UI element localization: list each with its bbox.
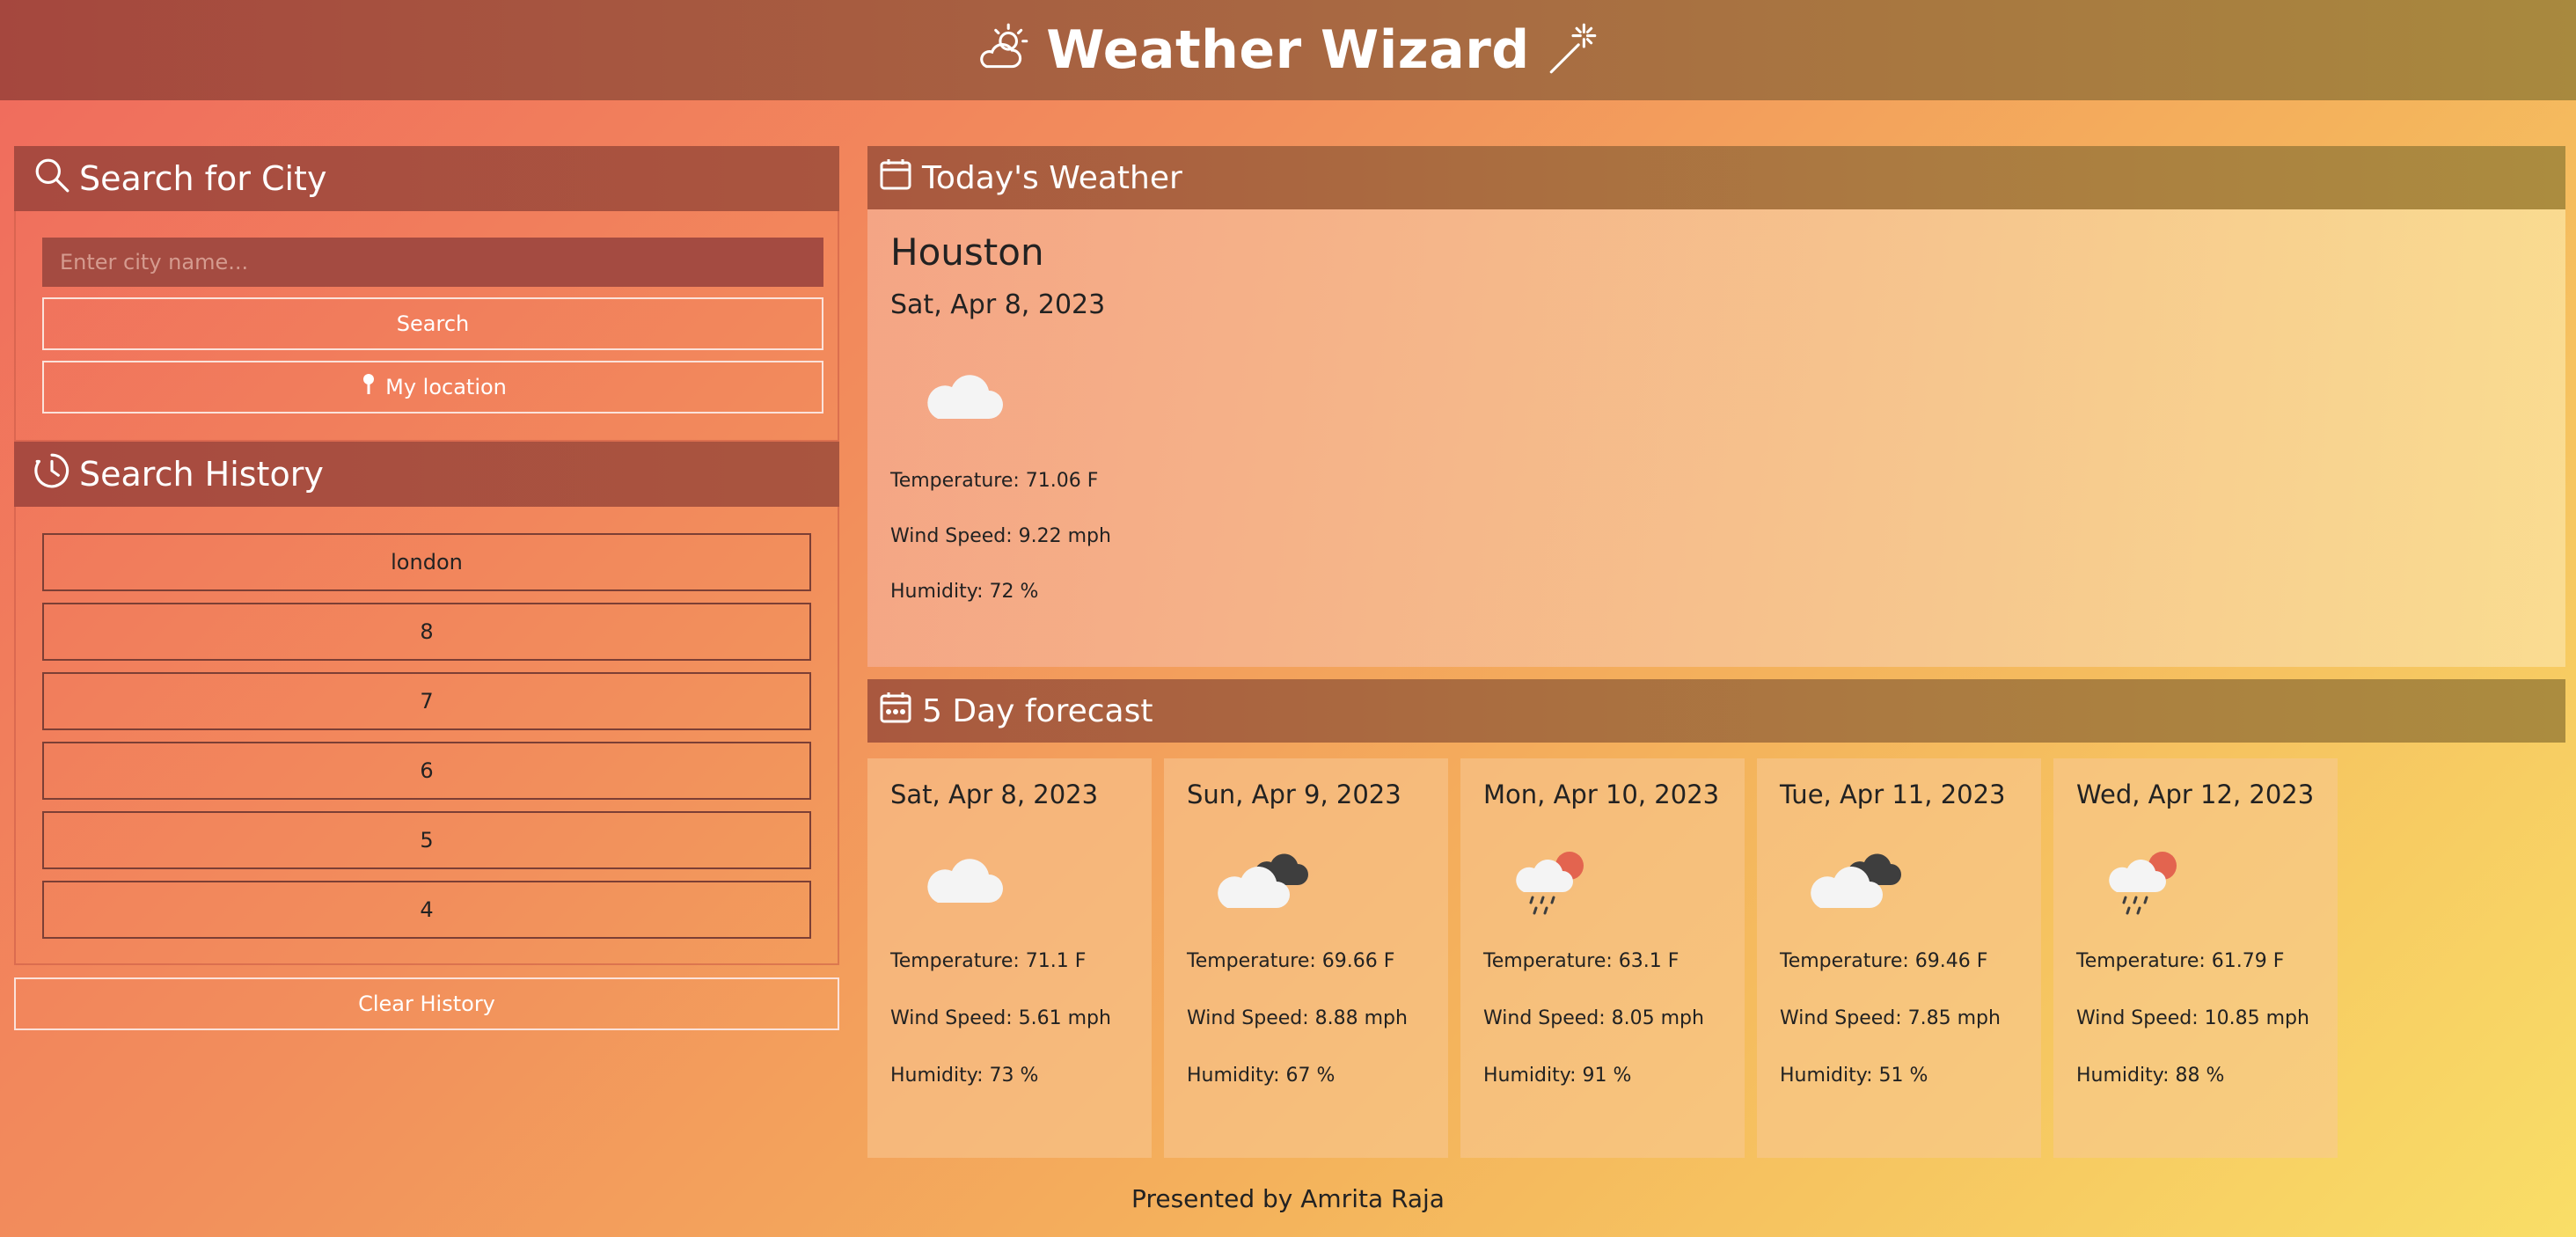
city-search-input[interactable] [42, 238, 823, 287]
my-location-label: My location [385, 375, 507, 399]
today-date: Sat, Apr 8, 2023 [890, 289, 1106, 320]
history-panel-title: Search History [79, 455, 324, 494]
forecast-date: Wed, Apr 12, 2023 [2076, 780, 2315, 809]
history-item[interactable]: london [42, 533, 811, 591]
today-humidity: Humidity: 72 % [890, 581, 1039, 603]
today-wind: Wind Speed: 9.22 mph [890, 525, 1111, 547]
forecast-humidity: Humidity: 67 % [1187, 1065, 1336, 1087]
left-panel: Search for City Search My location Searc… [14, 146, 839, 1030]
today-temperature: Temperature: 71.06 F [890, 470, 1099, 492]
forecast-humidity: Humidity: 73 % [890, 1065, 1039, 1087]
forecast-humidity: Humidity: 88 % [2076, 1065, 2225, 1087]
right-panel: Today's Weather Houston Sat, Apr 8, 2023… [867, 146, 2565, 1158]
forecast-header: 5 Day forecast [867, 679, 2565, 743]
forecast-card: Mon, Apr 10, 2023 Temperature: 63.1 F Wi… [1460, 758, 1745, 1158]
today-header: Today's Weather [867, 146, 2565, 209]
forecast-wind: Wind Speed: 8.05 mph [1483, 1007, 1704, 1029]
broken-clouds-icon [1811, 853, 1901, 908]
history-list: london 8 7 6 5 4 [14, 507, 839, 965]
forecast-date: Sat, Apr 8, 2023 [890, 780, 1099, 809]
forecast-temperature: Temperature: 63.1 F [1483, 950, 1680, 972]
forecast-card: Wed, Apr 12, 2023 Temperature: 61.79 F W… [2053, 758, 2338, 1158]
history-item[interactable]: 8 [42, 603, 811, 661]
magic-wand-icon [1544, 19, 1602, 81]
forecast-date: Sun, Apr 9, 2023 [1187, 780, 1401, 809]
forecast-temperature: Temperature: 71.1 F [890, 950, 1087, 972]
forecast-wind: Wind Speed: 5.61 mph [890, 1007, 1111, 1029]
rain-sun-icon [1516, 852, 1584, 915]
today-weather-card: Houston Sat, Apr 8, 2023 Temperature: 71… [867, 209, 2565, 667]
footer-credit: Presented by Amrita Raja [1131, 1184, 1445, 1213]
partly-cloudy-icon [974, 19, 1032, 81]
clock-icon [33, 452, 70, 497]
clear-history-button[interactable]: Clear History [14, 977, 839, 1030]
calendar-days-icon [878, 690, 913, 733]
forecast-wind: Wind Speed: 7.85 mph [1780, 1007, 2001, 1029]
search-button[interactable]: Search [42, 297, 823, 350]
forecast-humidity: Humidity: 91 % [1483, 1065, 1632, 1087]
pin-icon [359, 373, 378, 401]
search-form: Search My location [14, 211, 839, 442]
search-panel-header: Search for City [14, 146, 839, 211]
history-item[interactable]: 7 [42, 672, 811, 730]
history-item[interactable]: 6 [42, 742, 811, 800]
forecast-humidity: Humidity: 51 % [1780, 1065, 1928, 1087]
cloud-icon [927, 859, 1003, 903]
history-item[interactable]: 5 [42, 811, 811, 869]
forecast-temperature: Temperature: 69.46 F [1780, 950, 1988, 972]
forecast-title: 5 Day forecast [922, 692, 1153, 729]
broken-clouds-icon [1218, 853, 1308, 908]
forecast-card: Sun, Apr 9, 2023 Temperature: 69.66 F Wi… [1164, 758, 1448, 1158]
forecast-card: Tue, Apr 11, 2023 Temperature: 69.46 F W… [1757, 758, 2041, 1158]
forecast-temperature: Temperature: 61.79 F [2076, 950, 2285, 972]
search-panel-title: Search for City [79, 159, 327, 198]
today-title: Today's Weather [922, 159, 1182, 196]
forecast-wind: Wind Speed: 10.85 mph [2076, 1007, 2309, 1029]
search-button-label: Search [396, 311, 470, 336]
app-title: Weather Wizard [1046, 19, 1530, 81]
city-name: Houston [890, 231, 1044, 274]
forecast-card: Sat, Apr 8, 2023 Temperature: 71.1 F Win… [867, 758, 1152, 1158]
search-icon [33, 157, 70, 201]
forecast-cards: Sat, Apr 8, 2023 Temperature: 71.1 F Win… [867, 758, 2565, 1158]
my-location-button[interactable]: My location [42, 361, 823, 414]
forecast-date: Mon, Apr 10, 2023 [1483, 780, 1720, 809]
forecast-temperature: Temperature: 69.66 F [1187, 950, 1395, 972]
calendar-icon [878, 157, 913, 200]
forecast-wind: Wind Speed: 8.88 mph [1187, 1007, 1408, 1029]
forecast-date: Tue, Apr 11, 2023 [1780, 780, 2006, 809]
app-header: Weather Wizard [0, 0, 2576, 100]
cloud-icon [927, 375, 1003, 419]
history-item[interactable]: 4 [42, 881, 811, 939]
rain-sun-icon [2109, 852, 2177, 915]
history-panel-header: Search History [14, 442, 839, 507]
